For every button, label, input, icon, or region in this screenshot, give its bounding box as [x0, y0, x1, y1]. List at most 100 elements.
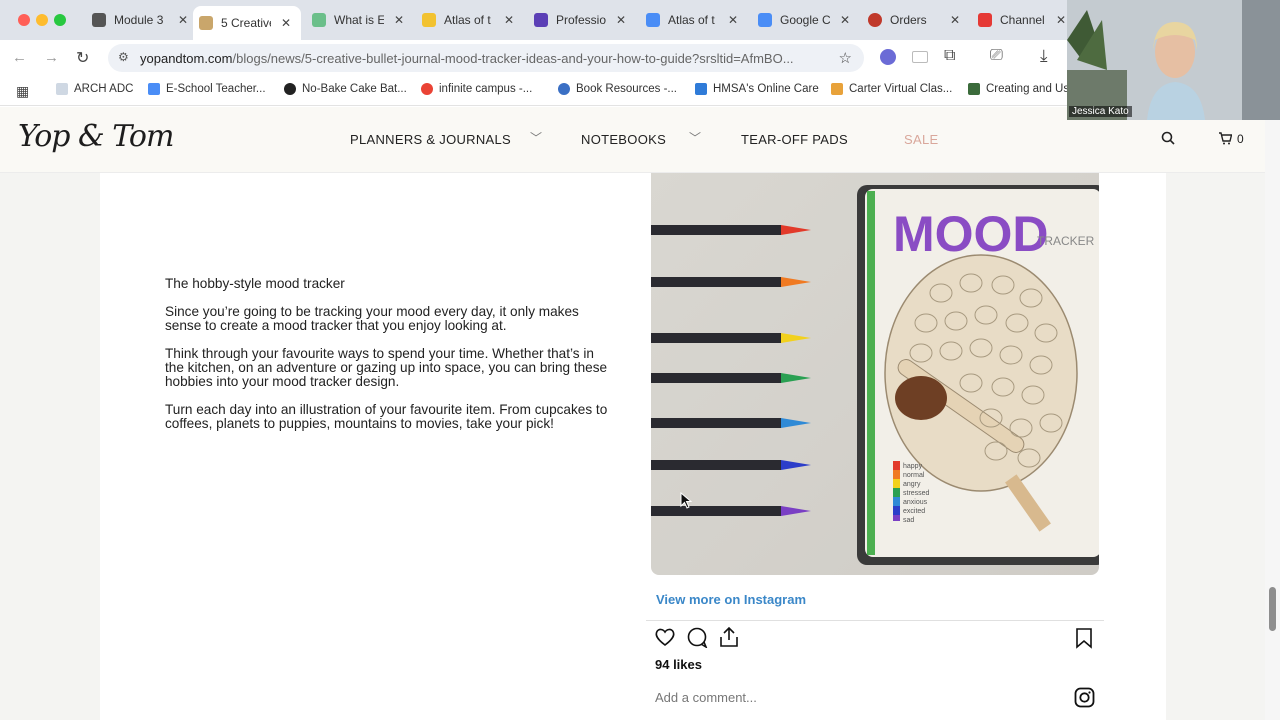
view-more-instagram-link[interactable]: View more on Instagram — [656, 592, 806, 607]
minimize-window-button[interactable] — [36, 14, 48, 26]
heart-icon[interactable] — [654, 627, 676, 647]
bookmark-favicon-icon — [148, 83, 160, 95]
paragraph: Think through your favourite ways to spe… — [165, 346, 608, 389]
tab-title: Professio — [556, 13, 606, 27]
tab-title: Google C — [780, 13, 830, 27]
browser-tab[interactable]: What is E ✕ — [306, 6, 404, 34]
bookmark-item[interactable]: Carter Virtual Clas... — [831, 83, 952, 95]
tab-favicon-icon — [312, 13, 326, 27]
extension-icon[interactable] — [912, 51, 928, 63]
forward-arrow-icon[interactable]: → — [44, 49, 59, 66]
tab-favicon-icon — [868, 13, 882, 27]
close-window-button[interactable] — [18, 14, 30, 26]
bookmark-label: No-Bake Cake Bat... — [302, 83, 407, 95]
extension-icon[interactable] — [880, 49, 896, 65]
participant-name: Jessica Kato — [1069, 106, 1132, 117]
bookmark-item[interactable]: No-Bake Cake Bat... — [284, 83, 407, 95]
back-arrow-icon[interactable]: ← — [12, 49, 27, 66]
tab-favicon-icon — [978, 13, 992, 27]
close-tab-icon[interactable]: ✕ — [1056, 13, 1066, 27]
browser-tab[interactable]: Orders ✕ — [862, 6, 960, 34]
close-tab-icon[interactable]: ✕ — [616, 13, 626, 27]
legend-label: normal — [903, 472, 925, 479]
close-tab-icon[interactable]: ✕ — [950, 13, 960, 27]
nav-sale[interactable]: SALE — [904, 132, 938, 147]
article-section: The hobby-style mood tracker Since you’r… — [165, 277, 615, 445]
browser-tab[interactable]: Atlas of t ✕ — [416, 6, 514, 34]
close-tab-icon[interactable]: ✕ — [728, 13, 738, 27]
legend-label: sad — [903, 517, 914, 524]
tab-title: 5 Creative — [221, 16, 271, 30]
legend-label: stressed — [903, 490, 930, 497]
tab-favicon-icon — [758, 13, 772, 27]
save-bookmark-icon[interactable] — [1075, 627, 1093, 649]
bookmark-item[interactable]: Creating and Us — [968, 83, 1069, 95]
tab-title: Channel — [1000, 13, 1045, 27]
tab-title: What is E — [334, 13, 384, 27]
bookmark-star-icon[interactable]: ☆ — [834, 49, 852, 67]
cart-icon[interactable] — [1218, 132, 1232, 145]
legend-label: angry — [903, 481, 921, 488]
search-icon[interactable] — [1161, 131, 1175, 145]
tracker-subtitle: TRACKER — [1037, 234, 1095, 248]
bookmark-item[interactable]: Book Resources -... — [558, 83, 677, 95]
bookmark-item[interactable]: E-School Teacher... — [148, 83, 266, 95]
reload-icon[interactable]: ↻ — [76, 48, 89, 68]
site-logo[interactable]: Yop & Tom — [18, 119, 174, 154]
bookmark-item[interactable]: infinite campus -... — [421, 83, 532, 95]
divider — [646, 620, 1104, 621]
address-bar[interactable]: ⚙ yopandtom.com/blogs/news/5-creative-bu… — [108, 44, 864, 72]
close-tab-icon[interactable]: ✕ — [504, 13, 514, 27]
bookmark-item[interactable]: HMSA's Online Care — [695, 83, 819, 95]
site-settings-icon[interactable]: ⚙ — [118, 50, 129, 64]
legend-label: anxious — [903, 499, 928, 506]
add-comment-input[interactable]: Add a comment... — [655, 690, 757, 705]
bookmark-favicon-icon — [695, 83, 707, 95]
bookmark-favicon-icon — [56, 83, 68, 95]
chevron-down-icon[interactable]: ﹀ — [689, 129, 701, 146]
close-tab-icon[interactable]: ✕ — [840, 13, 850, 27]
tab-title: Atlas of t — [444, 13, 491, 27]
tab-favicon-icon — [422, 13, 436, 27]
section-heading: The hobby-style mood tracker — [165, 276, 345, 291]
close-tab-icon[interactable]: ✕ — [178, 13, 188, 27]
browser-tab-active[interactable]: 5 Creative ✕ — [193, 6, 301, 40]
share-icon[interactable] — [718, 626, 740, 648]
chevron-down-icon[interactable]: ﹀ — [530, 129, 542, 146]
nav-notebooks[interactable]: NOTEBOOKS — [581, 132, 666, 147]
paragraph: Turn each day into an illustration of yo… — [165, 402, 608, 431]
cart-count[interactable]: 0 — [1237, 132, 1244, 146]
bookmark-favicon-icon — [968, 83, 980, 95]
download-icon[interactable]: ⤓ — [1040, 46, 1048, 66]
bookmark-label: infinite campus -... — [439, 83, 533, 95]
page-scrollbar[interactable] — [1265, 107, 1280, 720]
bookmark-favicon-icon — [421, 83, 433, 95]
webcam-feed — [1067, 0, 1280, 120]
tab-favicon-icon — [534, 13, 548, 27]
maximize-window-button[interactable] — [54, 14, 66, 26]
browser-tab[interactable]: Module 3 ✕ — [86, 6, 188, 34]
tab-title: Module 3 — [114, 13, 164, 27]
brush-pens — [651, 225, 811, 516]
nav-tear-off-pads[interactable]: TEAR-OFF PADS — [741, 132, 848, 147]
nav-planners-journals[interactable]: PLANNERS & JOURNALS — [350, 132, 511, 147]
instagram-photo[interactable]: MOOD TRACKER happy normal angry stressed… — [651, 173, 1099, 575]
close-tab-icon[interactable]: ✕ — [281, 16, 291, 30]
mood-title: MOOD — [893, 206, 1049, 262]
browser-tab[interactable]: Atlas of t ✕ — [640, 6, 738, 34]
url-path: /blogs/news/5-creative-bullet-journal-mo… — [232, 50, 794, 66]
scrollbar-thumb[interactable] — [1269, 587, 1276, 631]
apps-grid-icon[interactable]: ▦ — [16, 83, 29, 100]
bookmark-item[interactable]: ARCH ADC — [56, 83, 133, 95]
journal-page: MOOD TRACKER happy normal angry stressed… — [857, 185, 1099, 565]
browser-tab[interactable]: Google C ✕ — [752, 6, 850, 34]
instagram-icon[interactable] — [1074, 687, 1095, 708]
browser-tab[interactable]: Channel ✕ — [972, 6, 1066, 34]
browser-tab[interactable]: Professio ✕ — [528, 6, 626, 34]
bookmark-label: HMSA's Online Care — [713, 83, 819, 95]
cast-icon[interactable]: ⎚ — [990, 47, 1003, 65]
comment-icon[interactable] — [686, 627, 708, 648]
close-tab-icon[interactable]: ✕ — [394, 13, 404, 27]
bookmark-label: ARCH ADC — [74, 83, 134, 95]
extensions-puzzle-icon[interactable]: ⧉ — [944, 47, 955, 65]
